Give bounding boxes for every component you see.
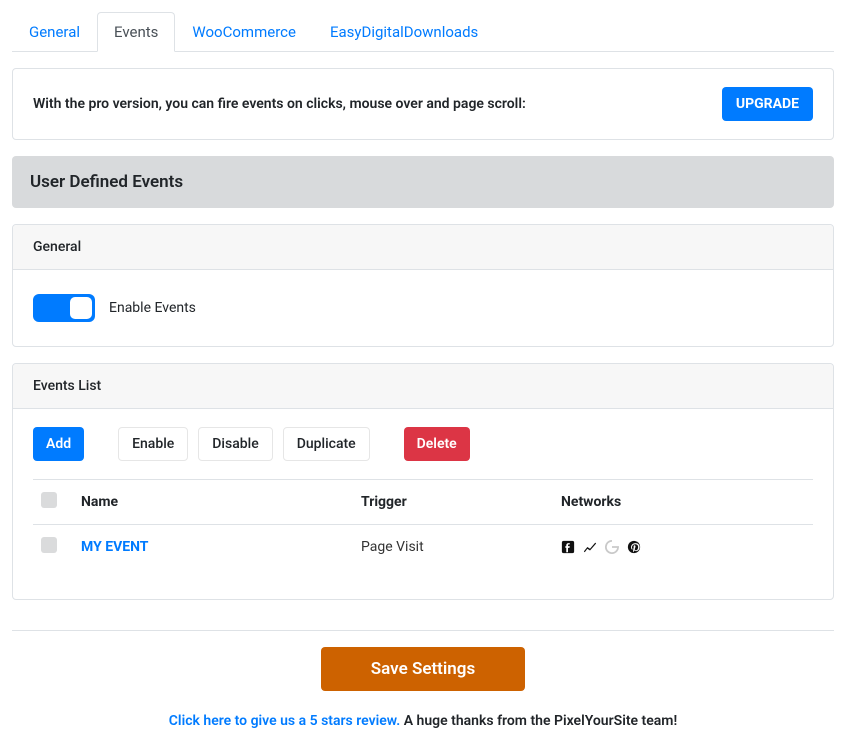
event-trigger: Page Visit — [353, 525, 553, 570]
toggle-knob — [70, 297, 92, 319]
col-trigger: Trigger — [353, 480, 553, 525]
save-settings-button[interactable]: Save Settings — [321, 647, 525, 691]
section-title: User Defined Events — [12, 156, 834, 208]
disable-button[interactable]: Disable — [198, 427, 272, 461]
enable-events-label: Enable Events — [109, 300, 196, 316]
upgrade-button[interactable]: UPGRADE — [722, 87, 813, 121]
col-networks: Networks — [553, 480, 813, 525]
tab-woocommerce[interactable]: WooCommerce — [175, 12, 313, 52]
delete-button[interactable]: Delete — [404, 427, 470, 461]
col-name: Name — [73, 480, 353, 525]
network-icons-row — [561, 540, 805, 554]
enable-events-toggle[interactable] — [33, 294, 95, 322]
duplicate-button[interactable]: Duplicate — [283, 427, 370, 461]
pinterest-icon — [627, 540, 641, 554]
events-list-card: Events List Add Enable Disable Duplicate… — [12, 363, 834, 600]
row-checkbox[interactable] — [41, 537, 57, 553]
tab-general[interactable]: General — [12, 12, 97, 52]
analytics-icon — [583, 540, 597, 554]
facebook-icon — [561, 540, 575, 554]
event-name-link[interactable]: MY EVENT — [81, 539, 148, 555]
divider — [12, 630, 834, 631]
tab-edd[interactable]: EasyDigitalDownloads — [313, 12, 495, 52]
general-card-header: General — [13, 225, 833, 270]
review-text: A huge thanks from the PixelYourSite tea… — [400, 713, 677, 729]
tab-events[interactable]: Events — [97, 12, 175, 52]
add-button[interactable]: Add — [33, 427, 84, 461]
pro-banner-card: With the pro version, you can fire event… — [12, 68, 834, 140]
enable-button[interactable]: Enable — [118, 427, 188, 461]
events-button-row: Add Enable Disable Duplicate Delete — [33, 427, 813, 461]
footer: Save Settings Click here to give us a 5 … — [12, 647, 834, 729]
general-card: General Enable Events — [12, 224, 834, 347]
pro-banner-text: With the pro version, you can fire event… — [33, 96, 526, 112]
table-row: MY EVENT Page Visit — [33, 525, 813, 570]
review-link[interactable]: Click here to give us a 5 stars review. — [169, 713, 400, 729]
events-table: Name Trigger Networks MY EVENT Page Visi… — [33, 479, 813, 569]
select-all-checkbox[interactable] — [41, 492, 57, 508]
tabs-bar: General Events WooCommerce EasyDigitalDo… — [12, 12, 834, 52]
select-all-col — [33, 480, 73, 525]
events-list-header: Events List — [13, 364, 833, 409]
google-icon — [605, 540, 619, 554]
